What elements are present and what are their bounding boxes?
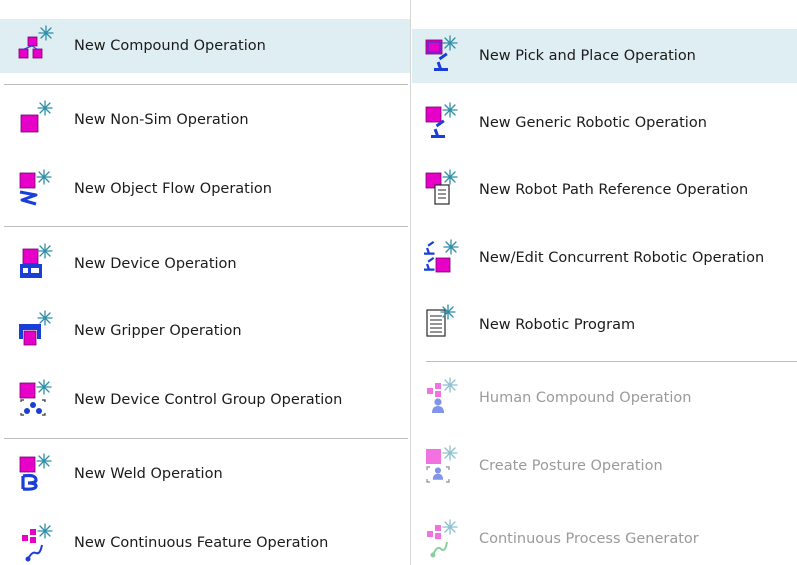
menu-separator: [4, 226, 408, 227]
menu-item-new-gripper-operation[interactable]: New Gripper Operation: [0, 304, 410, 358]
menu-item-new-pick-and-place-operation[interactable]: New Pick and Place Operation: [412, 29, 797, 83]
menu-item-label: New/Edit Concurrent Robotic Operation: [479, 250, 765, 266]
object-flow-operation-icon: [14, 167, 58, 211]
menu-item-label: Human Compound Operation: [479, 390, 692, 406]
pick-and-place-icon: [420, 34, 464, 78]
menu-item-label: Continuous Process Generator: [479, 531, 699, 547]
device-control-group-icon: [14, 378, 58, 422]
menu-item-label: New Non-Sim Operation: [74, 112, 249, 128]
posture-operation-icon: [420, 444, 464, 488]
weld-operation-icon: [14, 452, 58, 496]
menu-item-label: New Weld Operation: [74, 466, 223, 482]
menu-item-new-edit-concurrent-robotic-operation[interactable]: New/Edit Concurrent Robotic Operation: [412, 231, 797, 285]
menu-item-new-continuous-feature-operation[interactable]: New Continuous Feature Operation: [0, 516, 410, 565]
operations-menu-left: New Compound Operation New Non-Sim Opera…: [0, 0, 411, 565]
menu-item-label: New Continuous Feature Operation: [74, 535, 329, 551]
menu-item-label: New Object Flow Operation: [74, 181, 272, 197]
concurrent-robotic-icon: [420, 236, 464, 280]
menu-item-new-non-sim-operation[interactable]: New Non-Sim Operation: [0, 93, 410, 147]
menu-item-label: New Device Control Group Operation: [74, 392, 343, 408]
non-sim-operation-icon: [14, 98, 58, 142]
menu-item-label: Create Posture Operation: [479, 458, 663, 474]
human-compound-icon: [420, 376, 464, 420]
menu-item-label: New Robotic Program: [479, 317, 636, 333]
menu-item-new-weld-operation[interactable]: New Weld Operation: [0, 447, 410, 501]
menu-item-new-generic-robotic-operation[interactable]: New Generic Robotic Operation: [412, 96, 797, 150]
menu-item-new-object-flow-operation[interactable]: New Object Flow Operation: [0, 162, 410, 216]
gripper-operation-icon: [14, 309, 58, 353]
menu-item-new-robotic-program[interactable]: New Robotic Program: [412, 298, 797, 352]
menu-item-human-compound-operation[interactable]: Human Compound Operation: [412, 371, 797, 425]
menu-item-label: New Device Operation: [74, 256, 237, 272]
continuous-process-icon: [420, 517, 464, 561]
menu-item-label: New Compound Operation: [74, 38, 266, 54]
menu-item-new-compound-operation[interactable]: New Compound Operation: [0, 19, 410, 73]
menu-item-new-device-control-group-operation[interactable]: New Device Control Group Operation: [0, 373, 410, 427]
menu-item-continuous-process-generator[interactable]: Continuous Process Generator: [412, 512, 797, 565]
menu-item-label: New Pick and Place Operation: [479, 48, 696, 64]
device-operation-icon: [14, 242, 58, 286]
continuous-feature-icon: [14, 521, 58, 565]
menu-separator: [4, 438, 408, 439]
menu-separator: [426, 361, 797, 362]
menu-separator: [4, 84, 408, 85]
menu-item-label: New Gripper Operation: [74, 323, 242, 339]
generic-robotic-icon: [420, 101, 464, 145]
menu-item-new-device-operation[interactable]: New Device Operation: [0, 237, 410, 291]
operations-menu-right: New Pick and Place Operation New Generic…: [412, 0, 797, 565]
menu-item-new-robot-path-reference-operation[interactable]: New Robot Path Reference Operation: [412, 163, 797, 217]
menu-item-label: New Robot Path Reference Operation: [479, 182, 749, 198]
robot-path-reference-icon: [420, 168, 464, 212]
menu-item-create-posture-operation[interactable]: Create Posture Operation: [412, 439, 797, 493]
robotic-program-icon: [420, 303, 464, 347]
menu-item-label: New Generic Robotic Operation: [479, 115, 707, 131]
compound-operation-icon: [14, 24, 58, 68]
